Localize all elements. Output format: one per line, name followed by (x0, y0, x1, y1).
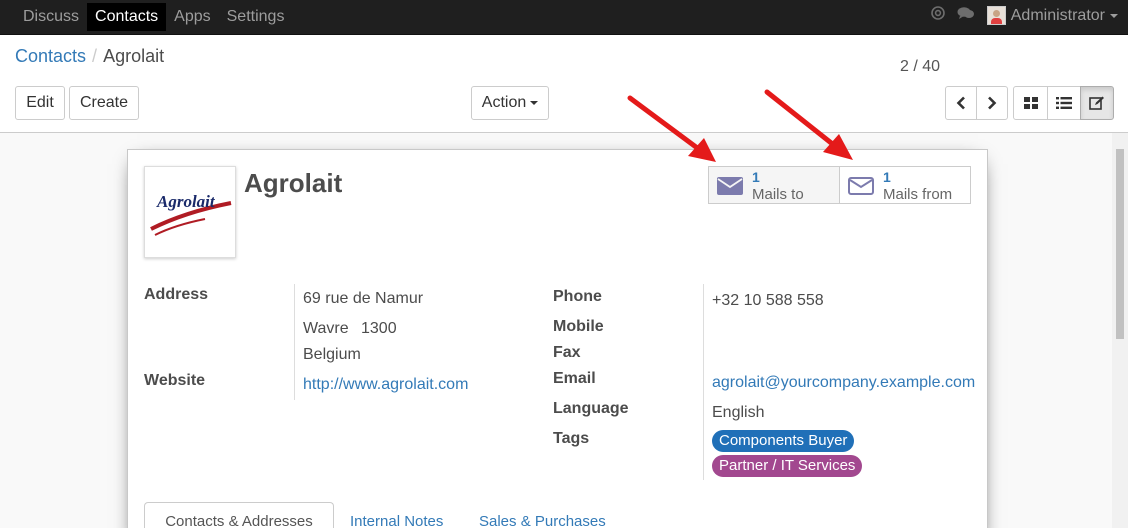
mails-to-count: 1 (752, 169, 760, 185)
mails-from-label: Mails from (883, 186, 953, 203)
control-panel: Contacts / Agrolait Edit Create Action 2 /… (0, 35, 1128, 133)
email-label: Email (553, 370, 596, 387)
user-avatar[interactable] (986, 6, 1006, 25)
website-label: Website (144, 372, 206, 389)
tab-contacts-addresses[interactable]: Contacts & Addresses (144, 502, 334, 528)
record-title: Agrolait (244, 168, 343, 198)
form-view-button[interactable] (1080, 86, 1114, 120)
annotation-arrow (764, 89, 853, 160)
company-logo: Agrolait (144, 166, 236, 258)
chevron-left-icon (956, 96, 965, 110)
street-field: 69 rue de Namur (303, 290, 424, 307)
action-label: Action (481, 94, 527, 111)
breadcrumb-separator: / (92, 46, 98, 66)
mobile-label: Mobile (553, 318, 604, 335)
mails-from-count: 1 (883, 169, 891, 185)
mails-to-label: Mails to (752, 186, 804, 203)
chat-icon[interactable] (957, 6, 975, 25)
scrollbar-thumb[interactable] (1116, 149, 1124, 339)
address-label: Address (144, 286, 209, 303)
tag-badge[interactable]: Partner / IT Services (712, 455, 863, 477)
form-sheet: Agrolait Agrolait 1 Mails to 1 Mails fro… (127, 149, 988, 528)
country-field: Belgium (303, 346, 361, 363)
main-menu: Discuss Contacts Apps Settings (15, 3, 292, 31)
language-field: English (712, 404, 765, 421)
top-navbar: Discuss Contacts Apps Settings Administr… (0, 0, 1128, 35)
tag-badge[interactable]: Components Buyer (712, 430, 855, 452)
svg-text:Agrolait: Agrolait (156, 192, 216, 211)
kanban-view-icon (1023, 97, 1038, 109)
annotation-arrow (627, 95, 716, 162)
phone-field: +32 10 588 558 (712, 292, 824, 309)
envelope-icon (717, 177, 743, 195)
city-field: Wavre (303, 320, 349, 337)
menu-discuss[interactable]: Discuss (15, 3, 87, 31)
pager-previous-button[interactable] (945, 86, 977, 120)
mails-from-button[interactable]: 1 Mails from (839, 166, 971, 204)
form-content-area: Agrolait Agrolait 1 Mails to 1 Mails fro… (0, 133, 1128, 528)
list-view-button[interactable] (1047, 86, 1081, 120)
kanban-view-button[interactable] (1013, 86, 1048, 120)
breadcrumb-current: Agrolait (103, 46, 165, 66)
envelope-icon (848, 177, 874, 195)
at-icon[interactable] (930, 6, 945, 25)
tags-label: Tags (553, 430, 590, 447)
field-divider (703, 284, 704, 480)
caret-down-icon (530, 101, 539, 105)
form-view-icon (1089, 96, 1104, 110)
email-link[interactable]: agrolait@yourcompany.example.com (712, 374, 975, 392)
zip-field: 1300 (361, 320, 397, 337)
breadcrumb: Contacts / Agrolait (15, 46, 164, 67)
create-button[interactable]: Create (69, 86, 139, 120)
breadcrumb-contacts[interactable]: Contacts (15, 46, 86, 66)
action-dropdown[interactable]: Action (471, 86, 549, 120)
navbar-right: Administrator (930, 6, 1118, 25)
pager-value[interactable]: 2 / 40 (900, 58, 940, 76)
edit-button[interactable]: Edit (15, 86, 65, 120)
tab-sales-purchases[interactable]: Sales & Purchases (479, 513, 606, 528)
vertical-scrollbar[interactable] (1112, 133, 1128, 528)
pager-next-button[interactable] (976, 86, 1008, 120)
chevron-right-icon (988, 96, 997, 110)
menu-contacts[interactable]: Contacts (87, 3, 167, 31)
website-link[interactable]: http://www.agrolait.com (303, 376, 468, 394)
fax-label: Fax (553, 344, 581, 361)
user-menu[interactable]: Administrator (1011, 7, 1105, 25)
list-view-icon (1056, 97, 1072, 109)
menu-apps[interactable]: Apps (166, 3, 218, 31)
tab-internal-notes[interactable]: Internal Notes (350, 513, 443, 528)
language-label: Language (553, 400, 629, 417)
phone-label: Phone (553, 288, 602, 305)
field-divider (294, 284, 295, 400)
menu-settings[interactable]: Settings (219, 3, 293, 31)
caret-down-icon (1110, 13, 1118, 18)
mails-to-button[interactable]: 1 Mails to (708, 166, 840, 204)
